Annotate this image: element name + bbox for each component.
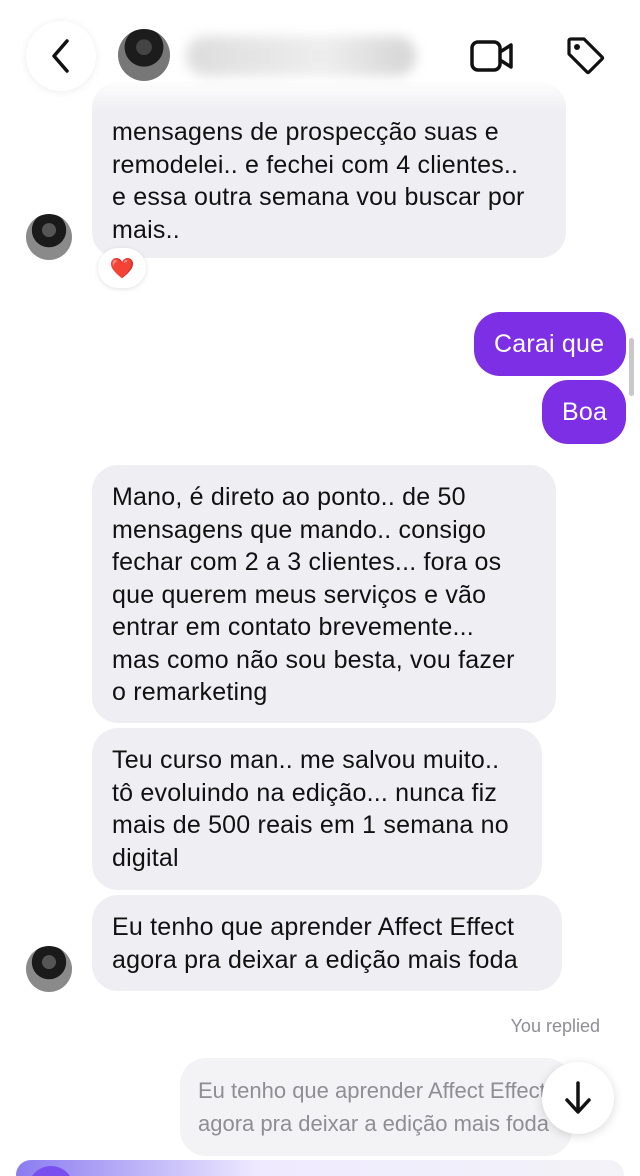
message-line: o remarketing	[112, 678, 268, 706]
outgoing-message[interactable]: Boa	[542, 380, 626, 444]
message-line: e essa outra semana vou buscar por	[112, 183, 525, 211]
contact-name-blurred[interactable]	[186, 36, 416, 76]
video-call-button[interactable]	[468, 34, 516, 78]
message-line: fechar com 2 a 3 clientes... fora os	[112, 548, 502, 576]
incoming-message[interactable]: Mano, é direto ao ponto.. de 50 mensagen…	[92, 465, 556, 723]
heart-reaction[interactable]: ❤️	[98, 248, 146, 288]
arrow-down-icon	[565, 1081, 591, 1114]
message-line: entrar em contato brevemente...	[112, 613, 474, 641]
tag-icon	[567, 37, 605, 75]
incoming-message[interactable]: Eu tenho que aprender Affect Effect agor…	[92, 895, 562, 991]
contact-avatar[interactable]	[118, 29, 170, 81]
message-text: Boa	[562, 398, 608, 426]
video-camera-icon	[470, 40, 513, 72]
message-text: Carai que	[494, 330, 605, 358]
composer-bar[interactable]	[16, 1160, 624, 1176]
message-line: mensagens de prospecção suas e	[112, 118, 499, 146]
preview-line: Eu tenho que aprender Affect Effect	[198, 1078, 546, 1103]
message-line: remodelei.. e fechei com 4 clientes..	[112, 150, 519, 179]
message-line: Teu curso man.. me salvou muito..	[112, 746, 500, 774]
preview-line: agora pra deixar a edição mais foda	[198, 1111, 549, 1136]
message-line: Mano, é direto ao ponto.. de 50	[112, 483, 466, 511]
incoming-message[interactable]: Teu curso man.. me salvou muito.. tô evo…	[92, 728, 542, 890]
sender-avatar[interactable]	[26, 214, 72, 260]
message-line: Eu tenho que aprender Affect Effect	[112, 913, 515, 941]
scroll-to-bottom-button[interactable]	[542, 1062, 614, 1134]
message-line: tô evoluindo na edição... nunca fiz	[112, 778, 498, 807]
heart-icon: ❤️	[109, 257, 135, 280]
message-line: digital	[112, 843, 179, 872]
scrollbar[interactable]	[629, 338, 634, 396]
message-line: mais de 500 reais em 1 semana no	[112, 811, 509, 839]
message-line: que querem meus serviços e vão	[112, 580, 487, 609]
outgoing-message[interactable]: Carai que	[474, 312, 626, 376]
chat-header	[0, 0, 640, 112]
replied-message-preview[interactable]: Eu tenho que aprender Affect Effect agor…	[180, 1058, 572, 1156]
sender-avatar[interactable]	[26, 946, 72, 992]
message-line: agora pra deixar a edição mais foda	[112, 945, 518, 974]
chevron-left-icon	[52, 39, 69, 73]
message-line: mas como não sou besta, vou fazer	[112, 645, 515, 674]
message-line: mais..	[112, 215, 180, 244]
you-replied-label: You replied	[510, 1016, 600, 1036]
message-line: mensagens que mando.. consigo	[112, 515, 487, 544]
back-button[interactable]	[26, 21, 96, 91]
tag-button[interactable]	[562, 32, 608, 78]
